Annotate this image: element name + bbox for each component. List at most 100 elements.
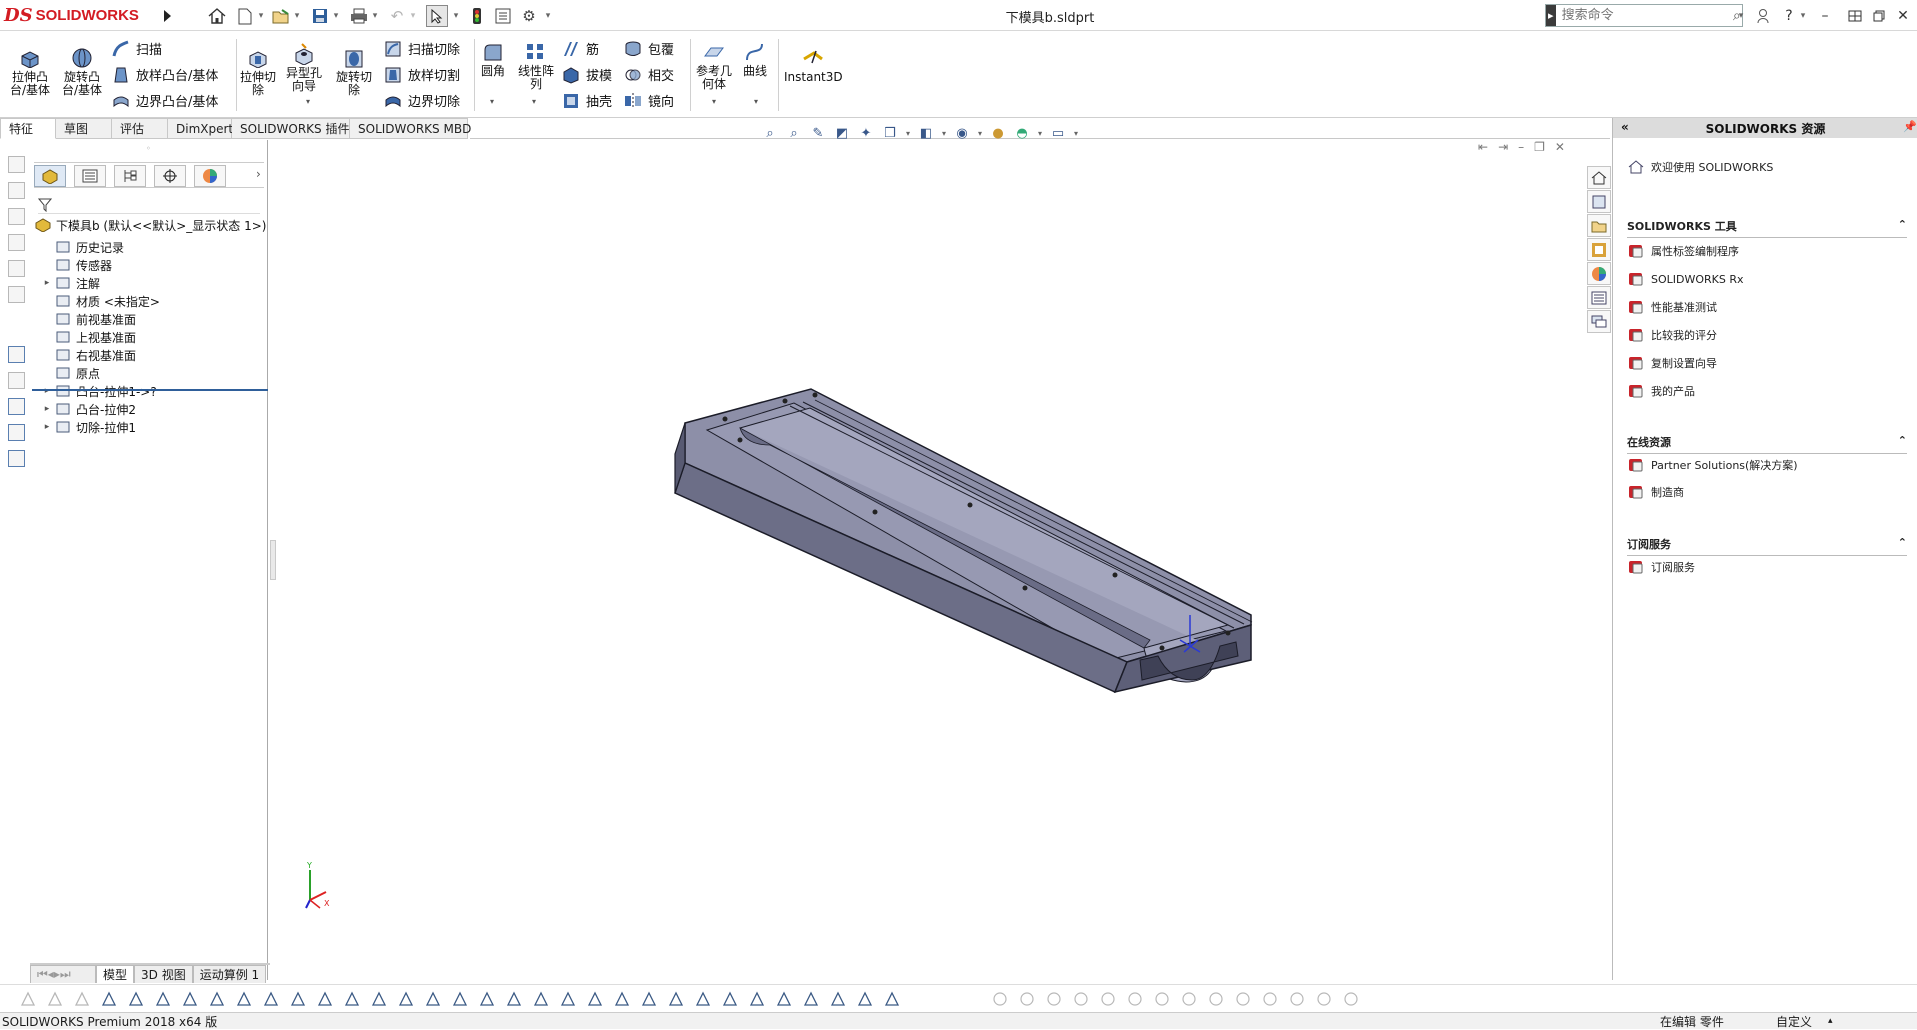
datum-icon[interactable] [504,990,524,1008]
chevron-down-icon[interactable]: ▾ [1736,5,1746,27]
home-tab-icon[interactable] [1587,166,1611,189]
tile-windows-icon[interactable] [1844,5,1866,27]
note-icon[interactable] [531,990,551,1008]
solidworks-logo[interactable]: DS SOLIDWORKS [4,3,152,28]
tab-dimxpert[interactable]: DimXpert [168,118,233,139]
display-manager-tab-icon[interactable] [194,165,226,187]
task-pane-link[interactable]: 制造商 [1627,483,1684,501]
dimxpert-tab-icon[interactable] [154,165,186,187]
chevron-down-icon[interactable]: ▾ [1072,123,1080,143]
filter-icon[interactable] [72,990,92,1008]
boundary-boss-button[interactable]: 边界凸台/基体 [112,91,218,110]
options-gear-icon[interactable]: ⚙ [518,5,540,27]
revolve-boss-button[interactable]: 旋转凸 台/基体 [62,47,102,97]
view-palette-tab-icon[interactable] [1587,238,1611,261]
strip-icon[interactable] [8,208,25,225]
tolerance-icon[interactable] [774,990,794,1008]
expand-arrow-icon[interactable]: ▸ [40,278,54,288]
section-view-icon[interactable]: ◩ [832,123,852,143]
angle-icon[interactable] [1341,990,1361,1008]
line-icon[interactable] [288,990,308,1008]
task-pane-link[interactable]: 性能基准测试 [1627,298,1717,316]
plane-icon[interactable] [369,990,389,1008]
zoom-to-area-icon[interactable]: ⌕ [784,123,804,143]
strip-icon[interactable] [8,372,25,389]
subscription-section-header[interactable]: 订阅服务 ⌃ [1627,536,1907,556]
chevron-up-icon[interactable]: ⌃ [1898,434,1907,450]
chevron-up-icon[interactable]: ⌃ [1898,218,1907,234]
loft-cut-button[interactable]: 放样切割 [384,65,460,84]
save-icon[interactable] [309,5,331,27]
task-pane-link[interactable]: Partner Solutions(解决方案) [1627,456,1798,474]
chevron-down-icon[interactable]: ▾ [370,5,380,27]
linear-pattern-button[interactable]: 线性阵 列 [518,41,554,91]
line-icon[interactable] [396,990,416,1008]
display-style-icon[interactable]: ◧ [916,123,936,143]
viewport-minimize-icon[interactable]: – [1518,140,1524,154]
sweep-button[interactable]: 扫描 [112,39,162,58]
tab-scroll-arrows[interactable]: ⏮◂▸⏭ [30,965,96,983]
strip-icon[interactable] [8,182,25,199]
note-icon[interactable] [693,990,713,1008]
line-icon[interactable] [1044,990,1064,1008]
strip-icon[interactable] [8,450,25,467]
chevron-down-icon[interactable]: ▾ [904,123,912,143]
tolerance-icon[interactable] [801,990,821,1008]
restore-icon[interactable] [1868,5,1890,27]
viewport-close-icon[interactable]: ✕ [1555,140,1565,154]
line-icon[interactable] [180,990,200,1008]
trim-icon[interactable] [1179,990,1199,1008]
collapse-pane-icon[interactable]: « [1621,120,1629,134]
chevron-down-icon[interactable]: ▾ [1036,123,1044,143]
fillet-button[interactable]: 圆角 [480,41,506,78]
trim-icon[interactable] [1098,990,1118,1008]
chevron-down-icon[interactable]: ▾ [754,97,758,106]
custom-properties-tab-icon[interactable] [1587,286,1611,309]
user-icon[interactable] [1752,5,1774,27]
curve-icon[interactable] [612,990,632,1008]
tolerance-icon[interactable] [828,990,848,1008]
open-folder-icon[interactable] [270,5,292,27]
file-explorer-tab-icon[interactable] [1587,214,1611,237]
previous-view-icon[interactable]: ✎ [808,123,828,143]
minimize-icon[interactable]: – [1814,5,1836,27]
new-document-icon[interactable] [234,5,256,27]
propertymanager-tab-icon[interactable] [74,165,106,187]
search-input[interactable] [1555,5,1732,26]
task-pane-link[interactable]: 属性标签编制程序 [1627,242,1739,260]
strip-icon[interactable] [8,286,25,303]
extrude-boss-button[interactable]: 拉伸凸 台/基体 [10,47,50,97]
edit-appearance-icon[interactable]: ● [988,123,1008,143]
chevron-down-icon[interactable]: ▾ [543,5,553,27]
pin-icon[interactable] [855,990,875,1008]
view-orientation-icon[interactable]: ❒ [880,123,900,143]
model-canvas[interactable]: Y X [270,140,1610,966]
text-icon[interactable] [585,990,605,1008]
hole-wizard-button[interactable]: 异型孔 向导 [286,43,322,93]
filter-bar[interactable] [37,196,260,214]
zoom-to-fit-icon[interactable]: ⌕ [760,123,780,143]
tree-root-part[interactable]: 下模具b (默认<<默认>_显示状态 1>) [34,214,266,236]
filter-icon[interactable] [18,990,38,1008]
panel-grip-icon[interactable]: ◦ [146,144,151,153]
rollback-bar[interactable] [32,389,268,391]
axis-icon[interactable] [423,990,443,1008]
select-icon[interactable] [126,990,146,1008]
strip-icon[interactable] [8,346,25,363]
configurationmanager-tab-icon[interactable] [114,165,146,187]
chevron-up-icon[interactable]: ▴ [1828,1016,1833,1026]
chevron-down-icon[interactable]: ▾ [1798,5,1808,27]
search-icon[interactable] [558,990,578,1008]
image-icon[interactable] [720,990,740,1008]
point-icon[interactable] [990,990,1010,1008]
tab-motion-study[interactable]: 运动算例 1 [192,965,267,983]
circle-icon[interactable] [1017,990,1037,1008]
tree-item[interactable]: ▸ 切除-拉伸1 [28,416,136,438]
cube-icon[interactable] [261,990,281,1008]
part-model[interactable] [674,388,1253,694]
chevron-down-icon[interactable]: ▾ [256,5,266,27]
chevron-down-icon[interactable]: ▾ [306,97,310,106]
fillet-icon[interactable] [1152,990,1172,1008]
boundary-cut-button[interactable]: 边界切除 [384,91,460,110]
view-settings-icon[interactable]: ▭ [1048,123,1068,143]
